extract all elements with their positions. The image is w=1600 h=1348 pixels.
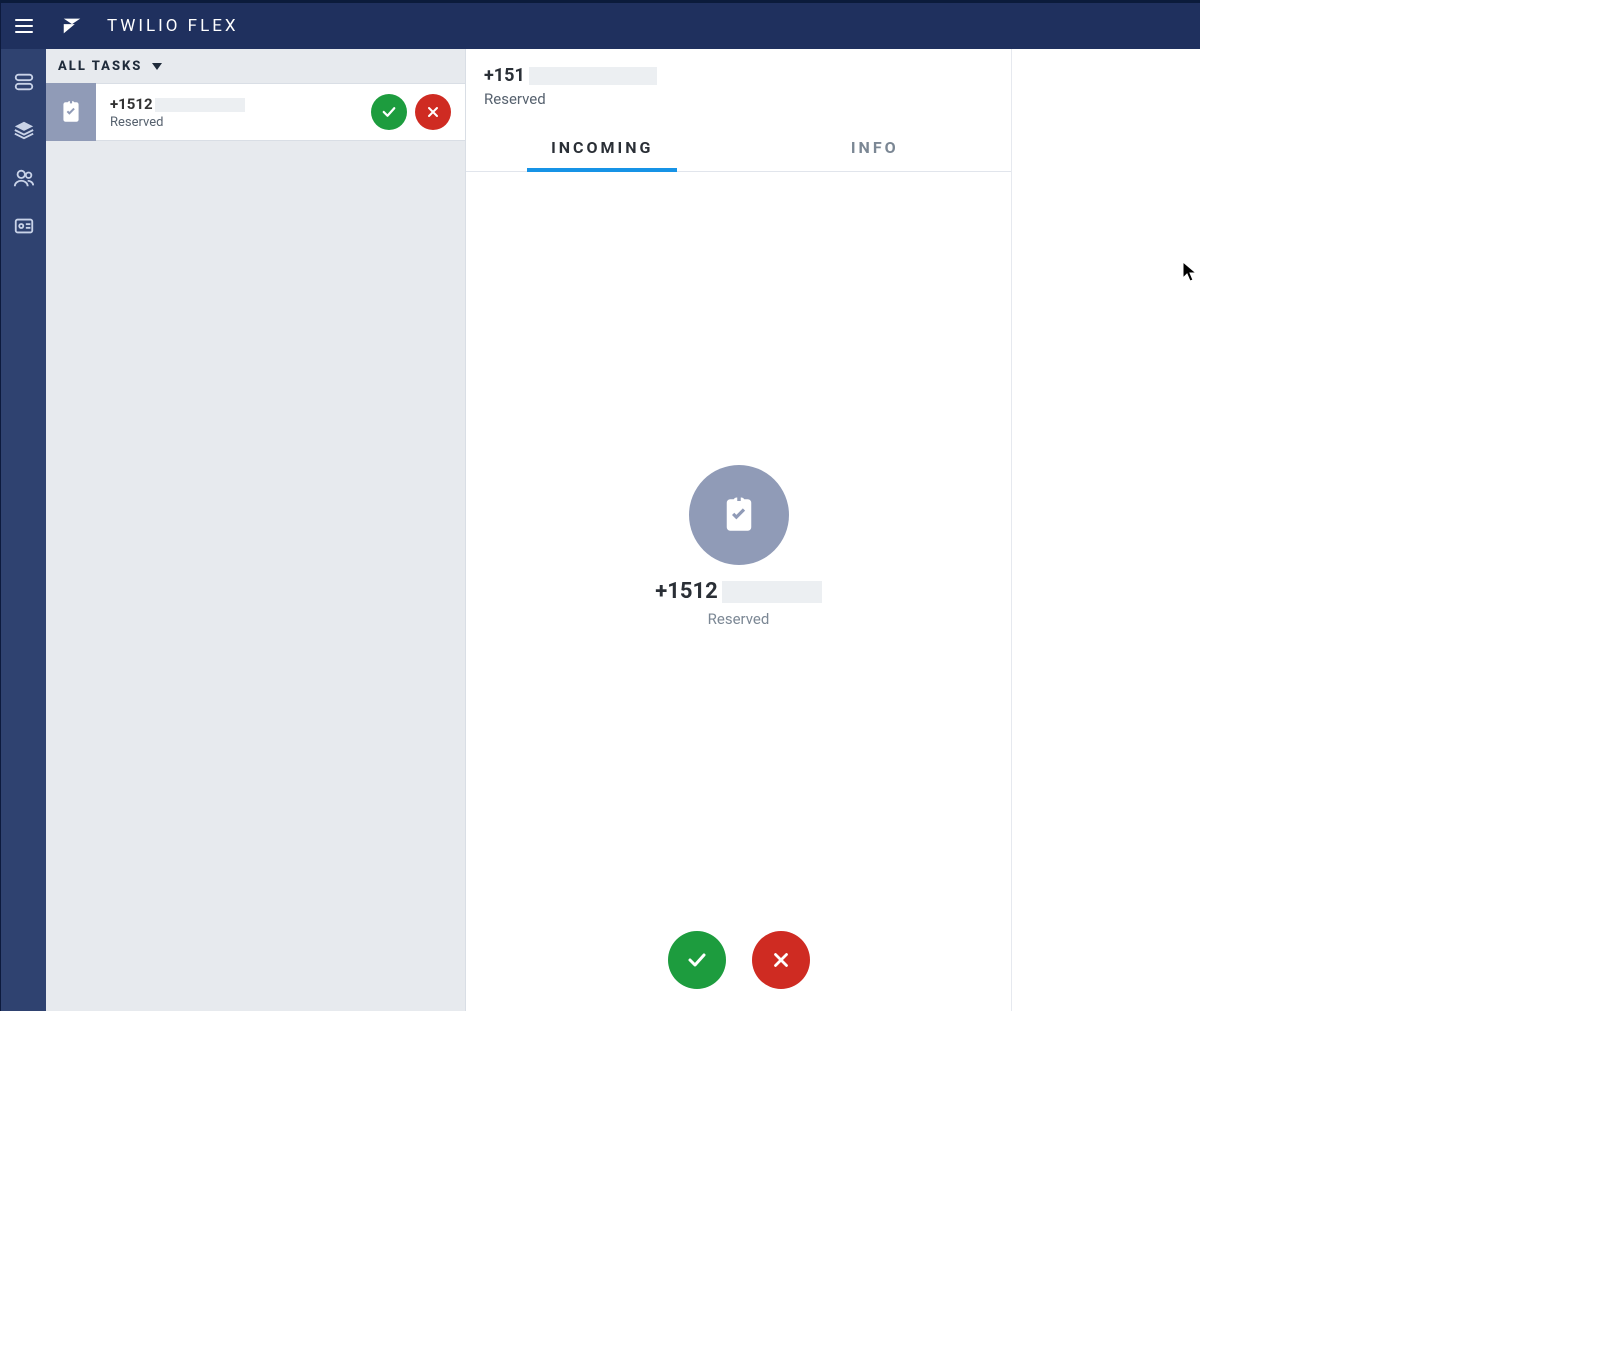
layers-icon (13, 119, 35, 141)
sidebar-item-agent-desktop[interactable] (13, 71, 35, 93)
clipboard-check-icon (718, 494, 760, 536)
check-icon (685, 948, 709, 972)
tab-info[interactable]: INFO (739, 126, 1012, 171)
task-list-panel: ALL TASKS +1512 Reserved (46, 49, 466, 1011)
check-icon (380, 103, 398, 121)
task-meta: +1512 Reserved (96, 95, 371, 130)
menu-icon[interactable] (15, 19, 33, 33)
detail-status: Reserved (484, 90, 993, 108)
tab-incoming[interactable]: INCOMING (466, 126, 739, 171)
incoming-body: +1512 Reserved (466, 172, 1011, 921)
main-panel: +151 Reserved INCOMING INFO +1512 Reserv… (466, 49, 1200, 1011)
sidebar-item-teams[interactable] (13, 167, 35, 189)
topbar: TWILIO FLEX (0, 3, 1200, 49)
reject-task-button[interactable] (415, 94, 451, 130)
redacted-text (722, 581, 822, 603)
redacted-text (529, 67, 657, 85)
task-actions (371, 94, 465, 130)
people-icon (13, 167, 35, 189)
task-filter-dropdown[interactable]: ALL TASKS (46, 49, 465, 83)
task-phone: +1512 (110, 95, 371, 113)
task-avatar (46, 83, 96, 141)
incoming-phone: +1512 (655, 579, 821, 604)
brand-title: TWILIO FLEX (107, 16, 239, 36)
task-detail-panel: +151 Reserved INCOMING INFO +1512 Reserv… (466, 49, 1012, 1011)
sidebar-nav (0, 49, 46, 1011)
body: ALL TASKS +1512 Reserved (0, 49, 1200, 1011)
task-filter-label: ALL TASKS (58, 59, 142, 74)
detail-phone: +151 (484, 65, 993, 86)
incoming-avatar (689, 465, 789, 565)
task-card[interactable]: +1512 Reserved (46, 83, 465, 141)
detail-tabs: INCOMING INFO (466, 126, 1011, 172)
chevron-down-icon (152, 63, 162, 70)
detail-header: +151 Reserved (466, 65, 1011, 120)
flex-logo-icon (61, 15, 83, 37)
tasks-icon (13, 71, 35, 93)
right-empty-panel (1012, 49, 1200, 1011)
task-status: Reserved (110, 115, 371, 130)
incoming-status: Reserved (708, 610, 770, 628)
app-root: TWILIO FLEX (0, 0, 1200, 1011)
sidebar-item-queues[interactable] (13, 119, 35, 141)
brand-logo (61, 15, 83, 37)
reject-call-button[interactable] (752, 931, 810, 989)
detail-actions (466, 921, 1011, 989)
sidebar-item-admin[interactable] (13, 215, 35, 237)
clipboard-check-icon (58, 99, 84, 125)
accept-task-button[interactable] (371, 94, 407, 130)
redacted-text (155, 98, 245, 112)
id-card-icon (13, 215, 35, 237)
close-icon (770, 949, 792, 971)
close-icon (425, 104, 441, 120)
accept-call-button[interactable] (668, 931, 726, 989)
